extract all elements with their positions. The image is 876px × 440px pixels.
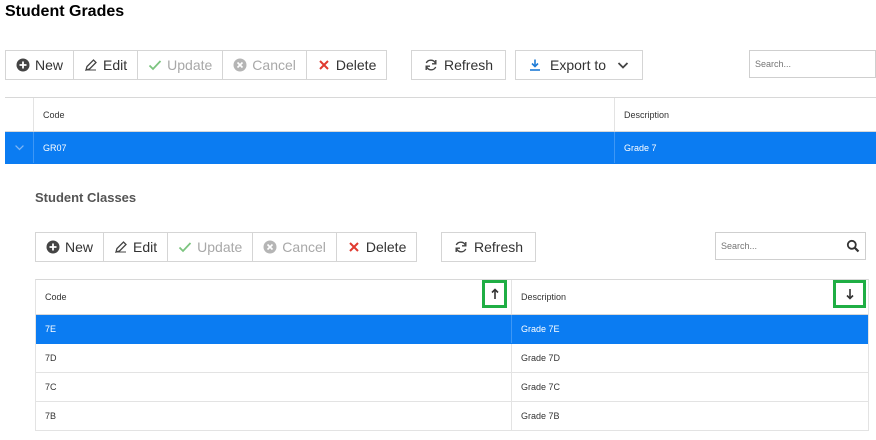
cell-code: 7B: [45, 411, 57, 421]
cell-code: 7E: [45, 324, 57, 334]
cancel-circle-icon: [233, 58, 247, 72]
plus-circle-icon: [46, 240, 60, 254]
column-header-description-label: Description: [521, 292, 567, 302]
delete-button[interactable]: Delete: [337, 233, 416, 261]
grid-header-row: Code Description: [36, 280, 868, 315]
close-x-icon: [317, 58, 331, 72]
refresh-label: Refresh: [444, 57, 494, 73]
refresh-icon: [454, 240, 468, 254]
column-header-code[interactable]: Code: [33, 98, 614, 131]
arrow-down-icon: [845, 288, 855, 300]
sort-descending-button[interactable]: [833, 280, 866, 308]
new-label: New: [35, 57, 64, 73]
cancel-button[interactable]: Cancel: [223, 51, 307, 79]
plus-circle-icon: [16, 58, 30, 72]
page-title: Student Grades: [5, 3, 125, 20]
check-icon: [178, 240, 192, 254]
detail-toolbar: New Edit Update Cancel Delete: [35, 232, 418, 262]
pencil-icon: [84, 58, 98, 72]
cell-code: 7D: [45, 353, 57, 363]
search-icon[interactable]: [846, 239, 860, 253]
grades-grid: Code Description GR07 Grade 7: [5, 97, 876, 164]
export-label: Export to: [550, 57, 607, 73]
refresh-label: Refresh: [474, 239, 524, 255]
detail-search-box: [715, 232, 866, 260]
update-label: Update: [167, 57, 213, 73]
cancel-label: Cancel: [282, 239, 326, 255]
arrow-up-icon: [490, 288, 500, 300]
table-row[interactable]: 7C Grade 7C: [36, 373, 868, 402]
cell-description: Grade 7D: [511, 344, 868, 372]
delete-label: Delete: [335, 57, 377, 73]
sort-ascending-button[interactable]: [482, 280, 507, 308]
cell-description: Grade 7C: [511, 373, 868, 401]
classes-grid: Code Description 7E Grade 7E 7D Grade 7D…: [35, 279, 869, 431]
cell-code: 7C: [45, 382, 57, 392]
cell-description: Grade 7E: [511, 315, 868, 343]
expand-column-header: [5, 98, 33, 131]
cell-description: Grade 7B: [511, 402, 868, 430]
edit-label: Edit: [133, 239, 158, 255]
grid-header-row: Code Description: [5, 98, 876, 132]
chevron-down-icon: [616, 58, 630, 72]
main-search-box: [749, 50, 876, 78]
new-button[interactable]: New: [36, 233, 105, 261]
search-input[interactable]: [755, 59, 870, 69]
check-icon: [148, 58, 162, 72]
edit-label: Edit: [103, 57, 128, 73]
expand-toggle[interactable]: [5, 132, 33, 163]
delete-label: Delete: [365, 239, 407, 255]
delete-button[interactable]: Delete: [307, 51, 386, 79]
table-row[interactable]: GR07 Grade 7: [5, 132, 876, 164]
table-row[interactable]: 7B Grade 7B: [36, 402, 868, 431]
cell-code: GR07: [33, 132, 614, 163]
main-toolbar: New Edit Update Cancel Delete: [5, 50, 388, 80]
detail-crud-group: New Edit Update Cancel Delete: [35, 232, 418, 262]
cancel-button[interactable]: Cancel: [253, 233, 337, 261]
download-icon: [528, 58, 542, 72]
edit-button[interactable]: Edit: [74, 51, 139, 79]
new-button[interactable]: New: [6, 51, 75, 79]
table-row[interactable]: 7E Grade 7E: [36, 315, 868, 344]
new-label: New: [65, 239, 94, 255]
cancel-label: Cancel: [252, 57, 296, 73]
column-header-description[interactable]: Description: [511, 280, 868, 314]
column-header-description[interactable]: Description: [614, 98, 876, 131]
section-title: Student Classes: [35, 190, 137, 205]
table-row[interactable]: 7D Grade 7D: [36, 344, 868, 373]
column-header-code[interactable]: Code: [36, 280, 511, 314]
pencil-icon: [114, 240, 128, 254]
update-label: Update: [197, 239, 243, 255]
update-button[interactable]: Update: [138, 51, 224, 79]
chevron-down-icon: [14, 142, 25, 153]
refresh-button[interactable]: Refresh: [411, 50, 507, 80]
refresh-button[interactable]: Refresh: [441, 232, 537, 262]
column-header-code-label: Code: [45, 292, 67, 302]
cell-description: Grade 7: [614, 132, 876, 163]
edit-button[interactable]: Edit: [104, 233, 169, 261]
search-input[interactable]: [721, 241, 846, 251]
update-button[interactable]: Update: [168, 233, 254, 261]
refresh-icon: [424, 58, 438, 72]
close-x-icon: [347, 240, 361, 254]
export-dropdown[interactable]: Export to: [515, 50, 643, 80]
main-crud-group: New Edit Update Cancel Delete: [5, 50, 388, 80]
cancel-circle-icon: [263, 240, 277, 254]
